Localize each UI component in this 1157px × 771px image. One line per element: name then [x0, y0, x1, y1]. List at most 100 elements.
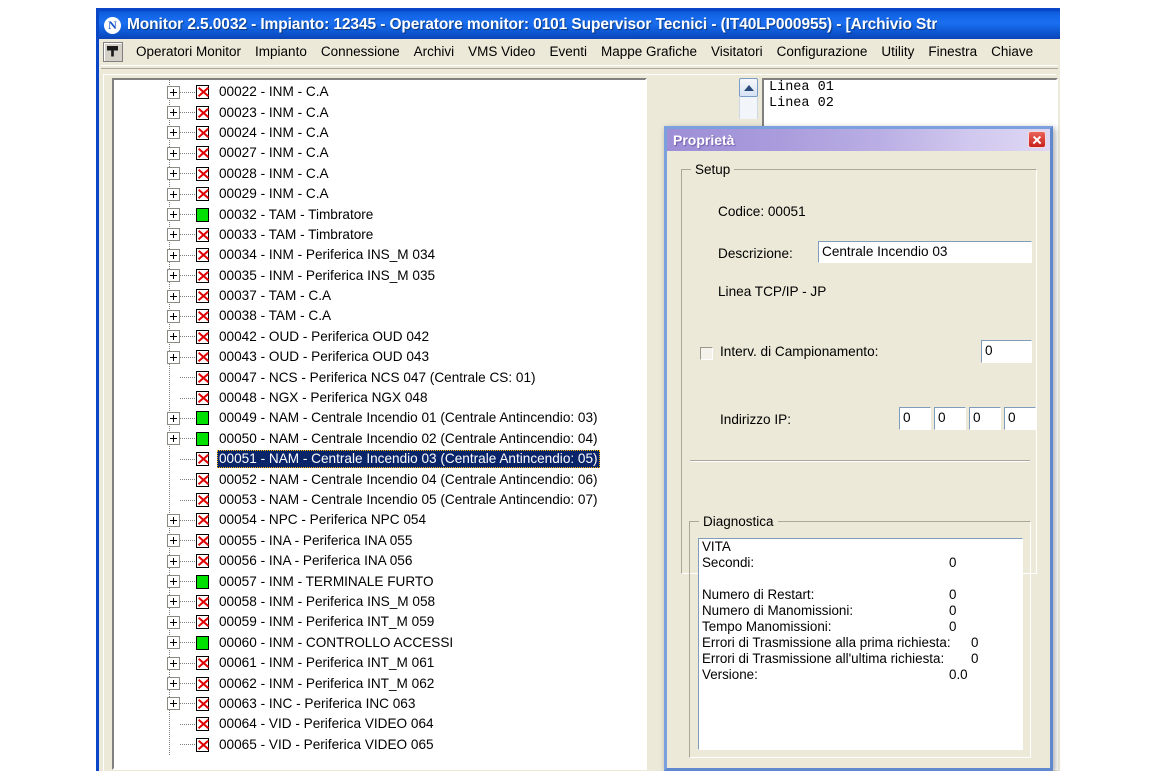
menu-item-impianto[interactable]: Impianto	[248, 42, 314, 61]
menu-item-operatori-monitor[interactable]: Operatori Monitor	[129, 42, 248, 61]
tree-item[interactable]: 00055 - INA - Periferica INA 055	[118, 531, 645, 551]
tree-item[interactable]: 00064 - VID - Periferica VIDEO 064	[118, 714, 645, 734]
tree-item[interactable]: 00058 - INM - Periferica INS_M 058	[118, 592, 645, 612]
tree-item[interactable]: 00023 - INM - C.A	[118, 102, 645, 122]
list-item[interactable]: Linea 02	[764, 96, 1056, 112]
menu-item-archivi[interactable]: Archivi	[407, 42, 462, 61]
tree-item[interactable]: 00029 - INM - C.A	[118, 184, 645, 204]
tree-item[interactable]: 00047 - NCS - Periferica NCS 047 (Centra…	[118, 367, 645, 387]
tree-item[interactable]: 00035 - INM - Periferica INS_M 035	[118, 266, 645, 286]
menu-item-utility[interactable]: Utility	[874, 42, 921, 61]
tree-branch-line	[180, 560, 195, 562]
expand-plus-icon[interactable]	[167, 106, 180, 120]
tree-item-label: 00057 - INM - TERMINALE FURTO	[219, 573, 434, 589]
mdi-system-menu-icon[interactable]	[103, 41, 123, 62]
tree-item[interactable]: 00065 - VID - Periferica VIDEO 065	[118, 735, 645, 755]
tree-item-label: 00042 - OUD - Periferica OUD 042	[219, 328, 430, 344]
scroll-track[interactable]	[739, 97, 758, 119]
tree-item[interactable]: 00050 - NAM - Centrale Incendio 02 (Cent…	[118, 429, 645, 449]
tree-item[interactable]: 00034 - INM - Periferica INS_M 034	[118, 245, 645, 265]
menu-item-vms-video[interactable]: VMS Video	[461, 42, 542, 61]
error-x-icon	[196, 391, 209, 406]
interv-campionamento-checkbox[interactable]	[700, 347, 713, 360]
tree-item-label: 00054 - NPC - Periferica NPC 054	[219, 512, 427, 528]
expand-plus-icon[interactable]	[167, 269, 180, 283]
tree-branch-line	[180, 438, 195, 440]
tree-item-label: 00064 - VID - Periferica VIDEO 064	[219, 716, 434, 732]
diagnostica-row-label: Secondi:	[702, 555, 755, 570]
tree-item[interactable]: 00060 - INM - CONTROLLO ACCESSI	[118, 633, 645, 653]
menu-item-configurazione[interactable]: Configurazione	[770, 42, 875, 61]
expand-plus-icon[interactable]	[167, 697, 180, 711]
expand-plus-icon[interactable]	[167, 309, 180, 323]
tree-item[interactable]: 00049 - NAM - Centrale Incendio 01 (Cent…	[118, 408, 645, 428]
ip-octet-3-input[interactable]: 0	[969, 407, 1001, 430]
tree-item[interactable]: 00052 - NAM - Centrale Incendio 04 (Cent…	[118, 469, 645, 489]
expand-plus-icon[interactable]	[167, 167, 180, 181]
expand-plus-icon[interactable]	[167, 615, 180, 629]
tree-item[interactable]: 00043 - OUD - Periferica OUD 043	[118, 347, 645, 367]
tree-item[interactable]: 00027 - INM - C.A	[118, 143, 645, 163]
menu-item-eventi[interactable]: Eventi	[542, 42, 594, 61]
list-item[interactable]: Linea 01	[764, 80, 1056, 96]
menu-item-finestra[interactable]: Finestra	[921, 42, 984, 61]
expand-plus-icon[interactable]	[167, 534, 180, 548]
tree-item-label: 00050 - NAM - Centrale Incendio 02 (Cent…	[219, 430, 598, 446]
diagnostica-legend: Diagnostica	[699, 514, 778, 529]
menu-item-chiave[interactable]: Chiave	[984, 42, 1040, 61]
expand-plus-icon[interactable]	[167, 228, 180, 242]
expand-plus-icon[interactable]	[167, 554, 180, 568]
menu-item-mappe-grafiche[interactable]: Mappe Grafiche	[594, 42, 704, 61]
expand-plus-icon[interactable]	[167, 85, 180, 99]
tree-item[interactable]: 00063 - INC - Periferica INC 063	[118, 694, 645, 714]
expand-plus-icon[interactable]	[167, 595, 180, 609]
expand-plus-icon[interactable]	[167, 432, 180, 446]
expand-plus-icon[interactable]	[167, 126, 180, 140]
diagnostica-listbox[interactable]: VITA Secondi: 0 Numero di Restart: 0 Numero d…	[698, 538, 1023, 750]
tree-item[interactable]: 00022 - INM - C.A	[118, 82, 645, 102]
close-icon[interactable]	[1028, 131, 1046, 148]
expand-plus-icon[interactable]	[167, 289, 180, 303]
tree-item[interactable]: 00051 - NAM - Centrale Incendio 03 (Cent…	[118, 449, 645, 469]
expand-plus-icon[interactable]	[167, 411, 180, 425]
tree-item[interactable]: 00062 - INM - Periferica INT_M 062	[118, 673, 645, 693]
error-x-icon	[196, 370, 209, 385]
menu-item-connessione[interactable]: Connessione	[314, 42, 407, 61]
scroll-up-button[interactable]	[739, 78, 758, 97]
expand-plus-icon[interactable]	[167, 656, 180, 670]
tree-item[interactable]: 00024 - INM - C.A	[118, 123, 645, 143]
tree-item[interactable]: 00038 - TAM - C.A	[118, 306, 645, 326]
expand-plus-icon[interactable]	[167, 677, 180, 691]
expand-plus-icon[interactable]	[167, 636, 180, 650]
tree-item[interactable]: 00054 - NPC - Periferica NPC 054	[118, 510, 645, 530]
menu-item-visitatori[interactable]: Visitatori	[704, 42, 770, 61]
tree-item[interactable]: 00059 - INM - Periferica INT_M 059	[118, 612, 645, 632]
ip-octet-2-input[interactable]: 0	[934, 407, 966, 430]
ip-octet-1-input[interactable]: 0	[899, 407, 931, 430]
tree-item[interactable]: 00033 - TAM - Timbratore	[118, 225, 645, 245]
tree-item[interactable]: 00061 - INM - Periferica INT_M 061	[118, 653, 645, 673]
diagnostica-row-value: 0	[949, 603, 957, 618]
descrizione-input[interactable]: Centrale Incendio 03	[818, 241, 1032, 263]
expand-plus-icon[interactable]	[167, 146, 180, 160]
expand-plus-icon[interactable]	[167, 350, 180, 364]
expand-plus-icon[interactable]	[167, 330, 180, 344]
tree-item[interactable]: 00032 - TAM - Timbratore	[118, 204, 645, 224]
tree-item[interactable]: 00057 - INM - TERMINALE FURTO	[118, 571, 645, 591]
interv-campionamento-input[interactable]: 0	[981, 340, 1032, 363]
device-tree-panel[interactable]: 00022 - INM - C.A 00023 - INM - C.A 00024 …	[112, 78, 647, 770]
expand-plus-icon[interactable]	[167, 187, 180, 201]
tree-item[interactable]: 00048 - NGX - Periferica NGX 048	[118, 388, 645, 408]
ip-octet-4-input[interactable]: 0	[1004, 407, 1036, 430]
expand-plus-icon[interactable]	[167, 248, 180, 262]
expand-plus-icon[interactable]	[167, 208, 180, 222]
tree-item[interactable]: 00042 - OUD - Periferica OUD 042	[118, 327, 645, 347]
tree-item[interactable]: 00028 - INM - C.A	[118, 164, 645, 184]
tree-item[interactable]: 00056 - INA - Periferica INA 056	[118, 551, 645, 571]
expand-plus-icon[interactable]	[167, 575, 180, 589]
expand-plus-icon[interactable]	[167, 513, 180, 527]
tree-item[interactable]: 00053 - NAM - Centrale Incendio 05 (Cent…	[118, 490, 645, 510]
tree-branch-line	[180, 397, 195, 399]
tree-branch-line	[180, 601, 195, 603]
tree-item[interactable]: 00037 - TAM - C.A	[118, 286, 645, 306]
